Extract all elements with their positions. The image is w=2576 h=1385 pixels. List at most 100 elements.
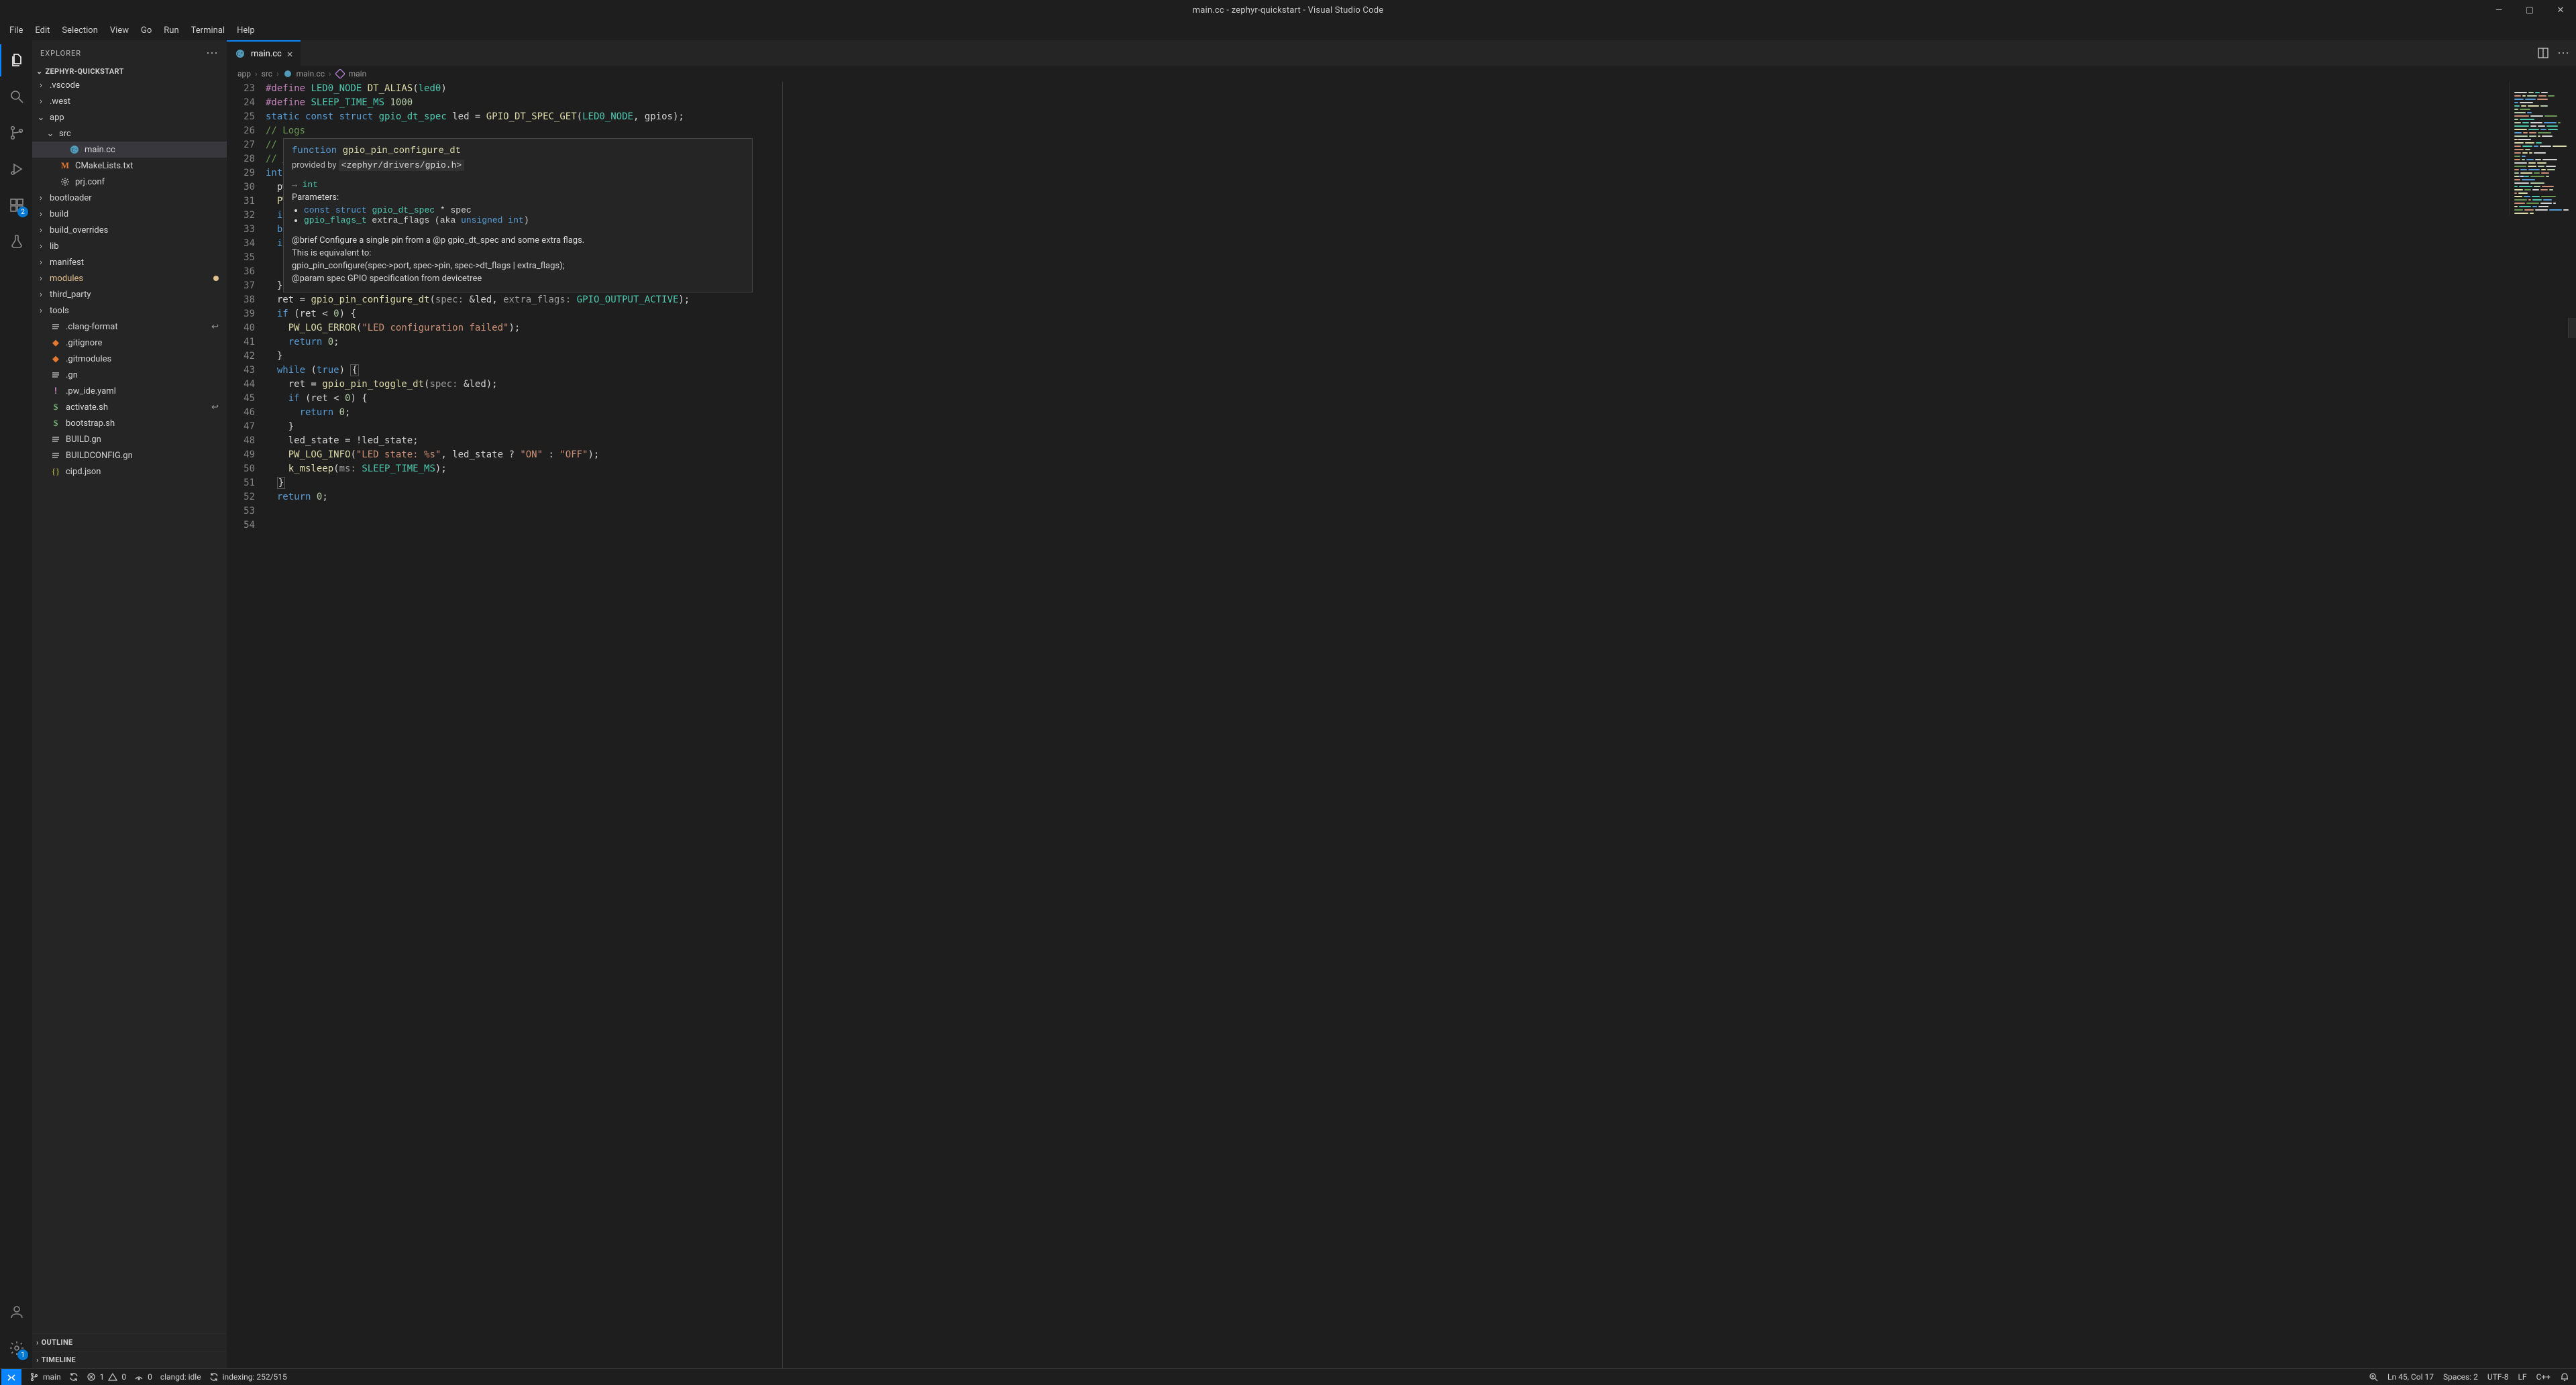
more-icon[interactable]: ⋯ (2557, 46, 2569, 60)
code-line-46[interactable]: ret = gpio_pin_toggle_dt(spec: &led); (266, 378, 2576, 392)
folder-lib[interactable]: ›lib (32, 238, 227, 254)
menu-help[interactable]: Help (231, 23, 260, 38)
chevron-right-icon[interactable]: › (36, 274, 46, 284)
file--gitmodules[interactable]: ◆.gitmodules (32, 351, 227, 367)
timeline-section[interactable]: › TIMELINE (32, 1351, 227, 1368)
code-line-54[interactable]: return 0; (266, 490, 2576, 504)
indexing-status[interactable]: indexing: 252/515 (209, 1372, 287, 1382)
test-tube-icon[interactable] (0, 225, 32, 258)
minimap[interactable] (2509, 82, 2576, 216)
breadcrumb-main[interactable]: main (335, 69, 367, 78)
outline-section[interactable]: › OUTLINE (32, 1333, 227, 1351)
language-mode[interactable]: C++ (2536, 1372, 2551, 1382)
code-line-47[interactable]: if (ret < 0) { (266, 392, 2576, 406)
file-buildconfig-gn[interactable]: BUILDCONFIG.gn (32, 447, 227, 463)
folder-bootloader[interactable]: ›bootloader (32, 190, 227, 206)
folder-modules[interactable]: ›modules (32, 270, 227, 286)
chevron-right-icon[interactable]: › (36, 225, 46, 235)
chevron-right-icon[interactable]: › (36, 241, 46, 252)
breadcrumb-main-cc[interactable]: main.cc (283, 69, 325, 78)
close-icon[interactable]: × (287, 48, 293, 60)
menu-run[interactable]: Run (158, 23, 184, 38)
file-activate-sh[interactable]: $activate.sh↩ (32, 399, 227, 415)
file-cmakelists-txt[interactable]: MCMakeLists.txt (32, 158, 227, 174)
notifications-icon[interactable] (2560, 1372, 2569, 1382)
code-area[interactable]: 2324252627282930313233343536373839404142… (227, 82, 2576, 1368)
code-line-40[interactable]: ret = gpio_pin_configure_dt(spec: &led, … (266, 293, 2576, 307)
chevron-right-icon[interactable]: › (36, 258, 46, 268)
code-line-43[interactable]: return 0; (266, 335, 2576, 349)
code-line-24[interactable]: #define SLEEP_TIME_MS 1000 (266, 96, 2576, 110)
code-line-26[interactable]: static const struct gpio_dt_spec led = G… (266, 110, 2576, 124)
ports[interactable]: 0 (134, 1372, 152, 1382)
menu-selection[interactable]: Selection (56, 23, 103, 38)
tab-main-cc[interactable]: C⁺ main.cc × (227, 40, 301, 66)
menu-edit[interactable]: Edit (30, 23, 55, 38)
maximize-button[interactable]: ▢ (2514, 0, 2545, 20)
code-line-52[interactable]: k_msleep(ms: SLEEP_TIME_MS); (266, 462, 2576, 476)
minimize-button[interactable]: — (2483, 0, 2514, 20)
search-icon[interactable] (0, 80, 32, 113)
file-cipd-json[interactable]: {}cipd.json (32, 463, 227, 480)
menu-file[interactable]: File (4, 23, 28, 38)
chevron-right-icon[interactable]: › (36, 290, 46, 300)
folder-src[interactable]: ⌄src (32, 125, 227, 142)
menu-view[interactable]: View (105, 23, 134, 38)
file--gn[interactable]: .gn (32, 367, 227, 383)
code-line-28[interactable]: // Logs (266, 124, 2576, 138)
breadcrumb-src[interactable]: src (262, 69, 272, 78)
code-line-23[interactable]: #define LED0_NODE DT_ALIAS(led0) (266, 82, 2576, 96)
clangd-status[interactable]: clangd: idle (160, 1372, 201, 1382)
chevron-right-icon[interactable]: › (36, 193, 46, 203)
folder--west[interactable]: ›.west (32, 93, 227, 109)
folder-third-party[interactable]: ›third_party (32, 286, 227, 302)
account-icon[interactable] (0, 1296, 32, 1328)
zoom-icon[interactable] (2369, 1372, 2378, 1382)
code-line-45[interactable]: while (true) { (266, 364, 2576, 378)
code-line-50[interactable]: led_state = !led_state; (266, 434, 2576, 448)
chevron-right-icon[interactable]: › (36, 80, 46, 91)
folder-manifest[interactable]: ›manifest (32, 254, 227, 270)
chevron-down-icon[interactable]: ⌄ (36, 113, 46, 123)
eol[interactable]: LF (2518, 1372, 2526, 1382)
sync-status[interactable] (69, 1372, 78, 1382)
menu-terminal[interactable]: Terminal (186, 23, 230, 38)
code-line-51[interactable]: PW_LOG_INFO("LED state: %s", led_state ?… (266, 448, 2576, 462)
code-line-53[interactable]: } (266, 476, 2576, 490)
file-main-cc[interactable]: C⁺main.cc (32, 142, 227, 158)
remote-indicator[interactable] (1, 1369, 21, 1385)
folder-build-overrides[interactable]: ›build_overrides (32, 222, 227, 238)
git-branch[interactable]: main (30, 1372, 61, 1382)
indentation[interactable]: Spaces: 2 (2443, 1372, 2478, 1382)
code-line-48[interactable]: return 0; (266, 406, 2576, 420)
file--pw-ide-yaml[interactable]: !.pw_ide.yaml (32, 383, 227, 399)
run-debug-icon[interactable] (0, 153, 32, 185)
gear-icon[interactable]: 1 (0, 1332, 32, 1364)
project-header[interactable]: ⌄ ZEPHYR-QUICKSTART (32, 66, 227, 77)
file-bootstrap-sh[interactable]: $bootstrap.sh (32, 415, 227, 431)
file-prj-conf[interactable]: prj.conf (32, 174, 227, 190)
chevron-down-icon[interactable]: ⌄ (46, 129, 55, 139)
code-line-42[interactable]: PW_LOG_ERROR("LED configuration failed")… (266, 321, 2576, 335)
code-line-49[interactable]: } (266, 420, 2576, 434)
encoding[interactable]: UTF-8 (2487, 1372, 2509, 1382)
code-line-41[interactable]: if (ret < 0) { (266, 307, 2576, 321)
chevron-right-icon[interactable]: › (36, 306, 46, 316)
problems[interactable]: 1 0 (87, 1372, 127, 1382)
chevron-right-icon[interactable]: › (36, 209, 46, 219)
close-button[interactable]: ✕ (2545, 0, 2576, 20)
folder-build[interactable]: ›build (32, 206, 227, 222)
file--clang-format[interactable]: .clang-format↩ (32, 319, 227, 335)
breadcrumbs[interactable]: app›src›main.cc›main (227, 66, 2576, 82)
explorer-more-icon[interactable]: ⋯ (206, 46, 219, 60)
extensions-icon[interactable]: 2 (0, 189, 32, 221)
cursor-position[interactable]: Ln 45, Col 17 (2387, 1372, 2434, 1382)
breadcrumb-app[interactable]: app (237, 69, 251, 78)
menu-go[interactable]: Go (136, 23, 157, 38)
folder--vscode[interactable]: ›.vscode (32, 77, 227, 93)
folder-app[interactable]: ⌄app (32, 109, 227, 125)
code-line-44[interactable]: } (266, 349, 2576, 364)
folder-tools[interactable]: ›tools (32, 302, 227, 319)
files-icon[interactable] (0, 44, 32, 76)
chevron-right-icon[interactable]: › (36, 97, 46, 107)
